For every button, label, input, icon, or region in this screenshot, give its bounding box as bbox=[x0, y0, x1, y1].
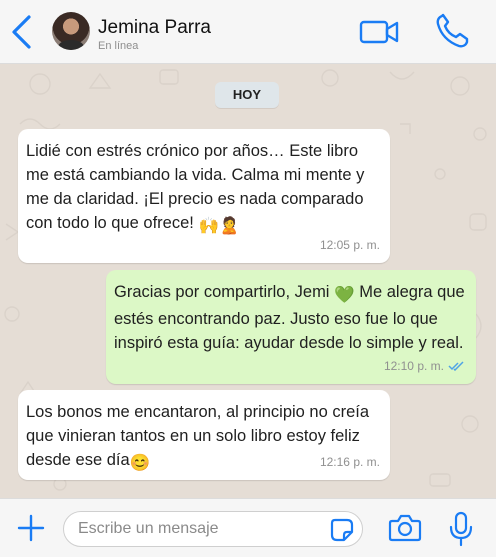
green-heart-emoji: 💚 bbox=[334, 286, 355, 304]
back-icon[interactable] bbox=[8, 14, 34, 50]
message-bubble-outgoing[interactable]: Gracias por compartirlo, Jemi 💚 Me alegr… bbox=[106, 270, 476, 384]
sticker-icon[interactable] bbox=[330, 518, 354, 542]
message-meta: 12:10 p. m. bbox=[384, 354, 466, 378]
message-input-box[interactable] bbox=[63, 511, 363, 547]
contact-status: En línea bbox=[98, 40, 139, 52]
double-check-icon bbox=[448, 361, 464, 371]
message-time: 12:05 p. m. bbox=[319, 238, 380, 252]
chat-area[interactable]: HOY Lidié con estrés crónico por años… E… bbox=[0, 64, 496, 498]
camera-icon[interactable] bbox=[388, 513, 422, 543]
day-separator: HOY bbox=[215, 82, 279, 108]
emoji: 🙌🙎 bbox=[198, 217, 240, 235]
chat-header: Jemina Parra En línea bbox=[0, 0, 496, 64]
message-text: Lidié con estrés crónico por años… Este … bbox=[26, 139, 382, 238]
composer-bar bbox=[0, 498, 496, 557]
message-bubble-incoming[interactable]: Los bonos me encantaron, al principio no… bbox=[18, 390, 390, 480]
contact-name[interactable]: Jemina Parra bbox=[98, 17, 211, 39]
message-bubble-incoming[interactable]: Lidié con estrés crónico por años… Este … bbox=[18, 129, 390, 263]
video-call-icon[interactable] bbox=[358, 18, 400, 46]
avatar[interactable] bbox=[52, 12, 90, 50]
plus-icon[interactable] bbox=[16, 513, 46, 543]
message-text: Gracias por compartirlo, Jemi 💚 Me alegr… bbox=[114, 283, 465, 352]
microphone-icon[interactable] bbox=[448, 511, 474, 547]
smile-emoji: 😊 bbox=[129, 454, 151, 472]
phone-icon[interactable] bbox=[434, 12, 470, 50]
message-time: 12:16 p. m. bbox=[319, 455, 380, 469]
message-input[interactable] bbox=[78, 512, 318, 546]
message-time: 12:10 p. m. bbox=[383, 359, 444, 373]
